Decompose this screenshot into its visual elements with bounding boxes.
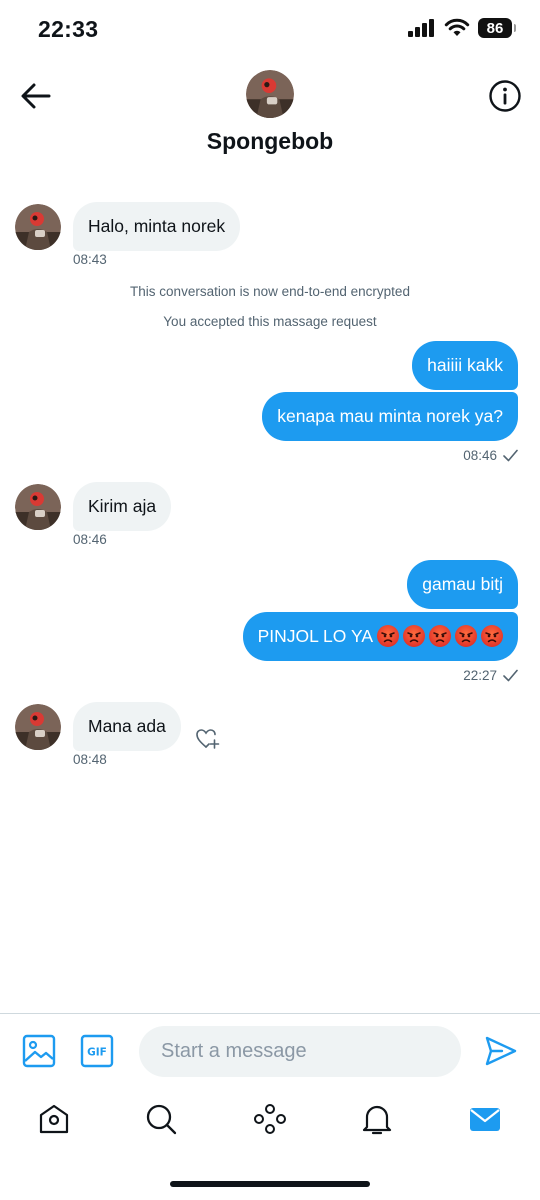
sender-avatar[interactable]	[15, 204, 61, 250]
message-bubble-outgoing[interactable]: PINJOL LO YA	[242, 612, 518, 661]
message-input[interactable]	[139, 1026, 461, 1077]
angry-face-emoji	[377, 625, 399, 647]
messages-icon	[470, 1108, 500, 1131]
composer-divider	[0, 1013, 540, 1014]
message-bubble-incoming[interactable]: Kirim aja	[73, 482, 172, 531]
message-timestamp: 08:48	[73, 752, 107, 767]
gif-icon: GIF	[80, 1034, 114, 1068]
angry-face-emoji	[429, 625, 451, 647]
battery-level: 86	[486, 19, 504, 37]
nav-home[interactable]	[37, 1102, 71, 1141]
home-icon	[39, 1104, 69, 1134]
info-icon	[489, 80, 521, 112]
gif-button[interactable]: GIF	[80, 1034, 114, 1073]
search-icon	[146, 1104, 177, 1135]
message-bubble-outgoing[interactable]: haiiii kakk	[412, 341, 518, 390]
home-indicator	[170, 1181, 370, 1187]
angry-face-emoji-row	[373, 625, 503, 647]
battery-icon: 86	[478, 18, 516, 38]
back-button[interactable]	[18, 78, 54, 114]
message-timestamp: 22:27	[463, 668, 497, 683]
message-timestamp: 08:46	[463, 448, 497, 463]
svg-text:GIF: GIF	[87, 1047, 107, 1059]
message-bubble-outgoing[interactable]: kenapa mau minta norek ya?	[262, 392, 518, 441]
message-text: PINJOL LO YA	[257, 626, 373, 646]
message-bubble-outgoing[interactable]: gamau bitj	[407, 560, 518, 609]
system-notice-encrypted: This conversation is now end-to-end encr…	[130, 284, 410, 299]
wifi-icon	[444, 18, 470, 36]
cellular-signal-icon	[408, 19, 434, 37]
arrow-left-icon	[21, 83, 51, 109]
nav-notifications[interactable]	[360, 1102, 394, 1141]
send-icon	[485, 1036, 517, 1066]
status-time: 22:33	[38, 16, 99, 42]
notifications-icon	[362, 1105, 392, 1135]
status-icons: 86	[408, 18, 516, 38]
add-reaction-button[interactable]	[195, 727, 221, 756]
sent-check-icon	[503, 449, 518, 462]
send-button[interactable]	[484, 1034, 518, 1073]
sender-avatar[interactable]	[15, 484, 61, 530]
message-status: 08:46	[463, 448, 518, 463]
message-bubble-incoming[interactable]: Halo, minta norek	[73, 202, 241, 251]
angry-face-emoji	[481, 625, 503, 647]
nav-messages[interactable]	[468, 1102, 502, 1141]
info-button[interactable]	[488, 79, 522, 113]
header-avatar[interactable]	[246, 70, 294, 118]
message-bubble-incoming[interactable]: Mana ada	[73, 702, 181, 751]
avatar-image	[15, 484, 61, 530]
angry-face-emoji	[403, 625, 425, 647]
image-icon	[22, 1034, 56, 1068]
add-reaction-heart-icon	[196, 729, 220, 749]
system-notice-request: You accepted this massage request	[163, 314, 377, 329]
message-timestamp: 08:43	[73, 252, 107, 267]
message-status: 22:27	[463, 668, 518, 683]
nav-communities[interactable]	[253, 1102, 287, 1141]
sent-check-icon	[503, 669, 518, 682]
nav-search[interactable]	[144, 1102, 178, 1141]
image-button[interactable]	[22, 1034, 56, 1073]
message-timestamp: 08:46	[73, 532, 107, 547]
avatar-image	[15, 704, 61, 750]
sender-avatar[interactable]	[15, 704, 61, 750]
angry-face-emoji	[455, 625, 477, 647]
communities-icon	[254, 1104, 286, 1134]
avatar-image	[246, 70, 294, 118]
avatar-image	[15, 204, 61, 250]
conversation-title: Spongebob	[206, 128, 334, 154]
